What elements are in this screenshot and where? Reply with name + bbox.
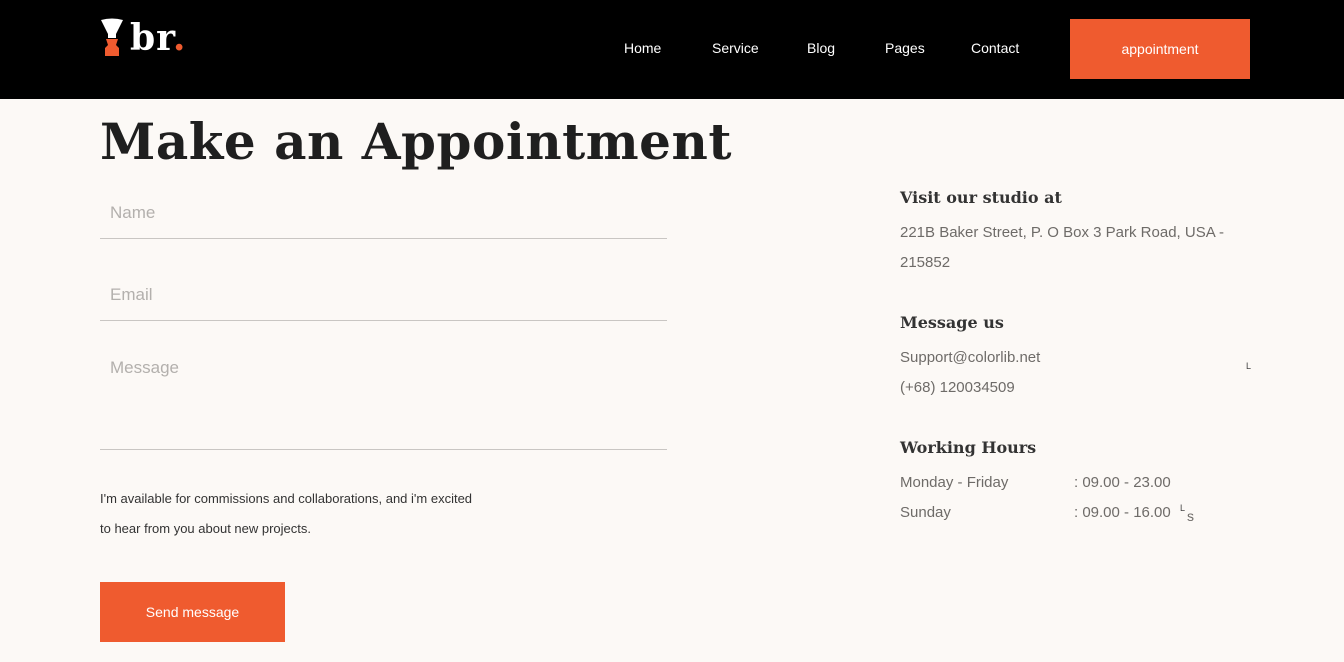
intro-text: I'm available for commissions and collab… xyxy=(100,484,520,544)
name-input[interactable] xyxy=(100,188,667,238)
email-input[interactable] xyxy=(100,270,667,320)
contact-email[interactable]: Support@colorlib.net xyxy=(900,343,1245,373)
hours-time: : 09.00 - 23.00 xyxy=(1074,474,1171,491)
stray-glyph: L xyxy=(1246,361,1252,371)
nav-home[interactable]: Home xyxy=(624,40,661,56)
send-message-button[interactable]: Send message xyxy=(100,582,285,642)
hours-day: Monday - Friday xyxy=(900,474,1009,491)
logo-wordmark: br xyxy=(130,17,173,59)
logo-text: br. xyxy=(130,18,186,58)
site-logo[interactable]: br. xyxy=(100,18,186,58)
hours-row-weekday: Monday - Friday : 09.00 - 23.00 xyxy=(900,468,1245,498)
shaving-brush-icon xyxy=(100,18,124,58)
nav-service[interactable]: Service xyxy=(712,40,759,56)
hours-day: Sunday xyxy=(900,504,951,521)
contact-phone[interactable]: (+68) 120034509 xyxy=(900,373,1245,403)
message-heading: Message us xyxy=(900,313,1004,332)
logo-dot: . xyxy=(172,17,187,59)
studio-heading: Visit our studio at xyxy=(900,188,1062,207)
top-navbar: br. Home Service Blog Pages Contact appo… xyxy=(0,0,1344,99)
nav-blog[interactable]: Blog xyxy=(807,40,835,56)
appointment-button[interactable]: appointment xyxy=(1070,19,1250,79)
stray-glyph: s xyxy=(1187,508,1194,524)
hours-time: : 09.00 - 16.00 xyxy=(1074,504,1171,521)
page-title: Make an Appointment xyxy=(100,112,732,171)
intro-line-2: to hear from you about new projects. xyxy=(100,521,312,536)
hours-heading: Working Hours xyxy=(900,438,1037,457)
message-textarea[interactable] xyxy=(100,346,667,449)
nav-pages[interactable]: Pages xyxy=(885,40,925,56)
nav-contact[interactable]: Contact xyxy=(971,40,1019,56)
studio-address: 221B Baker Street, P. O Box 3 Park Road,… xyxy=(900,224,1225,271)
message-field-wrapper xyxy=(100,346,667,450)
name-field-wrapper xyxy=(100,188,667,239)
intro-line-1: I'm available for commissions and collab… xyxy=(100,491,473,506)
stray-glyph: L xyxy=(1180,503,1186,513)
email-field-wrapper xyxy=(100,270,667,321)
